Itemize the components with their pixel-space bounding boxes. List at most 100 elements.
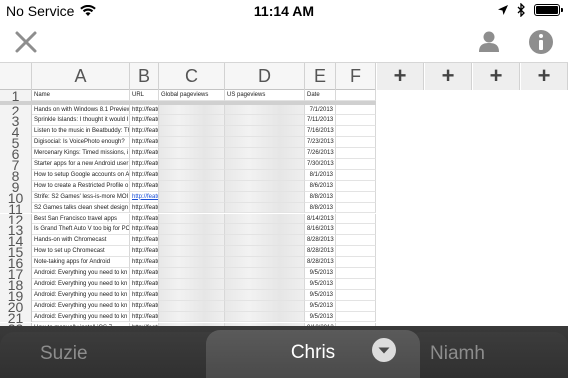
cell-b[interactable]: http://featu: [130, 300, 159, 312]
cell-c[interactable]: [159, 300, 225, 312]
cell-f[interactable]: [336, 126, 376, 138]
cell-d[interactable]: [225, 224, 305, 236]
cell-d[interactable]: [225, 235, 305, 247]
cell-f[interactable]: [336, 202, 376, 214]
cell-a[interactable]: Android: Everything you need to kn: [32, 300, 130, 312]
cell-d[interactable]: [225, 191, 305, 203]
cell-b[interactable]: http://featu: [130, 148, 159, 159]
cell-f[interactable]: [336, 169, 376, 181]
cell-c[interactable]: [159, 268, 225, 279]
cell-e[interactable]: 9/5/2013: [305, 311, 336, 323]
cell-a[interactable]: How to set up Chromecast: [32, 246, 130, 258]
cell-d[interactable]: US pageviews: [225, 90, 305, 101]
cell-f[interactable]: [336, 300, 376, 312]
cell-d[interactable]: [225, 202, 305, 214]
cell-f[interactable]: [336, 213, 376, 225]
cell-f[interactable]: [336, 246, 376, 258]
tab-suzie[interactable]: Suzie: [0, 332, 226, 378]
cell-d[interactable]: [225, 126, 305, 138]
cell-c[interactable]: [159, 148, 225, 159]
cell-a[interactable]: S2 Games talks clean sheet design: [32, 202, 130, 214]
cell-c[interactable]: [159, 169, 225, 181]
cell-d[interactable]: [225, 311, 305, 323]
column-header-f[interactable]: F: [336, 63, 376, 90]
cell-a[interactable]: How to create a Restricted Profile o: [32, 180, 130, 192]
cell-c[interactable]: [159, 289, 225, 301]
cell-e[interactable]: Date: [305, 90, 336, 101]
cell-b[interactable]: http://featu: [130, 246, 159, 258]
cell-e[interactable]: 7/23/2013: [305, 137, 336, 149]
add-column-button[interactable]: +: [472, 63, 520, 90]
cell-b[interactable]: http://featu: [130, 115, 159, 127]
cell-d[interactable]: [225, 268, 305, 279]
cell-d[interactable]: [225, 148, 305, 159]
cell-a[interactable]: Note-taking apps for Android: [32, 257, 130, 268]
cell-f[interactable]: [336, 311, 376, 323]
cell-f[interactable]: [336, 90, 376, 101]
cell-c[interactable]: [159, 202, 225, 214]
cell-b[interactable]: http://featu: [130, 235, 159, 247]
cell-c[interactable]: [159, 235, 225, 247]
cell-e[interactable]: 9/5/2013: [305, 300, 336, 312]
cell-e[interactable]: 7/16/2013: [305, 126, 336, 138]
cell-d[interactable]: [225, 137, 305, 149]
cell-e[interactable]: 9/5/2013: [305, 268, 336, 279]
cell-a[interactable]: How to setup Google accounts on A: [32, 169, 130, 181]
cell-f[interactable]: [336, 148, 376, 159]
cell-e[interactable]: 8/16/2013: [305, 224, 336, 236]
cell-f[interactable]: [336, 235, 376, 247]
cell-f[interactable]: [336, 115, 376, 127]
add-column-button[interactable]: +: [424, 63, 472, 90]
close-icon[interactable]: [12, 28, 40, 56]
cell-d[interactable]: [225, 169, 305, 181]
cell-b[interactable]: http://featu: [130, 257, 159, 268]
cell-a[interactable]: Android: Everything you need to kn: [32, 289, 130, 301]
cell-b[interactable]: http://featu: [130, 180, 159, 192]
cell-f[interactable]: [336, 137, 376, 149]
cell-e[interactable]: 8/28/2013: [305, 257, 336, 268]
cell-b[interactable]: http://featu: [130, 278, 159, 290]
cell-e[interactable]: 7/26/2013: [305, 148, 336, 159]
cell-f[interactable]: [336, 224, 376, 236]
cell-e[interactable]: 9/5/2013: [305, 278, 336, 290]
cell-f[interactable]: [336, 268, 376, 279]
column-header-c[interactable]: C: [159, 63, 225, 90]
cell-a[interactable]: Android: Everything you need to kn: [32, 278, 130, 290]
cell-d[interactable]: [225, 300, 305, 312]
cell-f[interactable]: [336, 278, 376, 290]
cell-e[interactable]: 8/6/2013: [305, 180, 336, 192]
cell-c[interactable]: [159, 311, 225, 323]
row-number[interactable]: 1: [0, 89, 32, 103]
cell-b[interactable]: http://featu: [130, 191, 159, 203]
cell-a[interactable]: Starter apps for a new Android user: [32, 159, 130, 170]
cell-b[interactable]: URL: [130, 90, 159, 101]
add-column-button[interactable]: +: [376, 63, 424, 90]
column-header-e[interactable]: E: [305, 63, 336, 90]
cell-b[interactable]: http://featu: [130, 159, 159, 170]
cell-d[interactable]: [225, 180, 305, 192]
cell-c[interactable]: [159, 246, 225, 258]
cell-a[interactable]: Hands on with Windows 8.1 Preview: [32, 104, 130, 116]
cell-a[interactable]: Best San Francisco travel apps: [32, 213, 130, 225]
cell-b[interactable]: http://featu: [130, 213, 159, 225]
cell-f[interactable]: [336, 257, 376, 268]
cell-a[interactable]: Name: [32, 90, 130, 101]
cell-f[interactable]: [336, 180, 376, 192]
cell-c[interactable]: [159, 191, 225, 203]
cell-f[interactable]: [336, 289, 376, 301]
cell-a[interactable]: Android: Everything you need to kn: [32, 268, 130, 279]
cell-e[interactable]: 8/28/2013: [305, 246, 336, 258]
cell-b[interactable]: http://featu: [130, 311, 159, 323]
cell-f[interactable]: [336, 191, 376, 203]
cell-e[interactable]: 8/14/2013: [305, 213, 336, 225]
cell-c[interactable]: [159, 159, 225, 170]
cell-c[interactable]: [159, 137, 225, 149]
cell-c[interactable]: [159, 180, 225, 192]
cell-b[interactable]: http://featu: [130, 126, 159, 138]
cell-b[interactable]: http://featu: [130, 104, 159, 116]
cell-c[interactable]: Global pageviews: [159, 90, 225, 101]
cell-e[interactable]: 8/1/2013: [305, 169, 336, 181]
cell-b[interactable]: http://featu: [130, 202, 159, 214]
cell-e[interactable]: 7/30/2013: [305, 159, 336, 170]
column-header-d[interactable]: D: [225, 63, 305, 90]
